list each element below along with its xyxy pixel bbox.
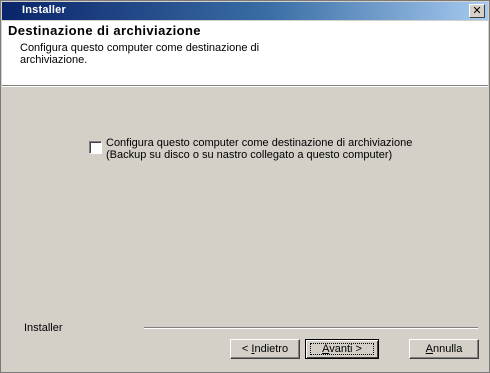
window-title: Installer: [22, 4, 66, 16]
title-bar[interactable]: Installer ✕: [2, 2, 488, 20]
storage-target-label-line2: (Backup su disco o su nastro collegato a…: [106, 149, 393, 161]
installer-window: Installer ✕ Destinazione di archiviazion…: [0, 0, 490, 373]
focus-rect: [310, 343, 374, 355]
storage-target-label[interactable]: Configura questo computer come destinazi…: [106, 137, 426, 161]
back-button[interactable]: < Indietro: [230, 339, 300, 359]
next-button[interactable]: Avanti >: [305, 339, 379, 359]
cancel-rest: nnulla: [432, 343, 463, 355]
cancel-button[interactable]: Annulla: [409, 339, 479, 359]
page-description: Configura questo computer come destinazi…: [20, 42, 260, 66]
header-panel: Destinazione di archiviazione Configura …: [2, 21, 488, 85]
footer-brand-label: Installer: [24, 322, 63, 334]
header-divider: [2, 85, 488, 87]
storage-target-checkbox[interactable]: [89, 141, 102, 154]
footer-divider: [144, 327, 478, 329]
page-title: Destinazione di archiviazione: [8, 23, 201, 38]
storage-target-label-line1: Configura questo computer come destinazi…: [106, 137, 413, 149]
back-prefix: <: [241, 343, 252, 355]
close-icon[interactable]: ✕: [469, 4, 485, 18]
cancel-mnemonic: A: [425, 343, 433, 355]
back-rest: ndietro: [254, 343, 289, 355]
